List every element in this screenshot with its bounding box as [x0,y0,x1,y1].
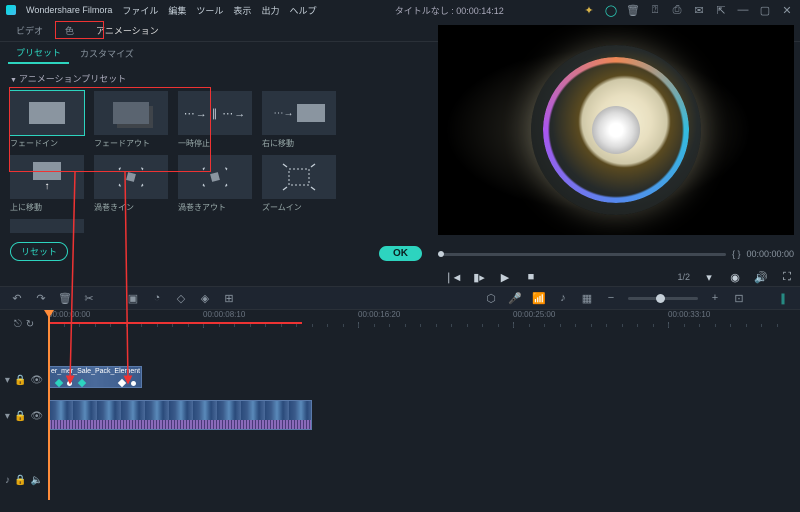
chevron-down-icon[interactable]: ▾ [702,271,716,284]
panel-heading[interactable]: アニメーションプリセット [10,72,422,85]
cloud-icon[interactable]: ✦ [582,4,596,17]
split-icon[interactable]: ✂ [82,292,96,305]
preview-content [531,45,701,215]
menu-file[interactable]: ファイル [122,4,158,17]
work-area-bar[interactable] [48,322,302,324]
mail-icon[interactable]: ✉ [692,4,706,17]
preset-zoom-in[interactable]: ズームイン [262,155,336,213]
sync-icon[interactable]: ↻ [26,319,34,330]
zoom-out-icon[interactable]: − [604,292,618,304]
menu-tools[interactable]: ツール [196,4,223,17]
minimize-icon[interactable]: — [736,4,750,17]
preview-viewport[interactable] [438,25,794,235]
preset-spiral-out[interactable]: 渦巻きアウト [178,155,252,213]
timeline-toolbar: ↶ ↷ 🗑 ✂ ▣ ◔ ◇ ◈ ⊞ ⬡ 🎤 📶 ♪ ▦ − + ⊡ ∥ [0,286,800,310]
preset-move-up[interactable]: ↑ 上に移動 [10,155,84,213]
subtab-custom[interactable]: カスタマイズ [72,44,142,63]
track-visible-icon[interactable]: 👁 [30,375,43,386]
project-title: タイトルなし : 00:00:14:12 [326,4,572,17]
prev-frame-icon[interactable]: ∣◄ [446,271,460,284]
app-name: Wondershare Filmora [26,5,112,15]
scrub-bar: { } 00:00:00:00 [438,240,794,268]
track-mute-icon[interactable]: 🔈 [31,475,43,486]
track-visible-icon[interactable]: 👁 [30,411,43,422]
timeline-ruler[interactable]: 00:00:00:00 00:00:08:10 00:00:16:20 00:0… [48,310,800,328]
preset-pause[interactable]: ⋯→ ∥ ⋯→ 一時停止 [178,91,252,149]
subtab-preset[interactable]: プリセット [8,43,69,64]
menu-help[interactable]: ヘルプ [289,4,316,17]
menu-view[interactable]: 表示 [233,4,251,17]
audio-waveform [49,420,311,429]
tab-video[interactable]: ビデオ [8,21,51,40]
animation-panel: アニメーションプリセット フェードイン フェードアウト ⋯→ ∥ ⋯→ 一時停止… [0,64,432,266]
menu-output[interactable]: 出力 [261,4,279,17]
delete-icon[interactable]: 🗑 [58,292,72,305]
link-icon[interactable]: ⎋ [14,319,22,330]
redo-icon[interactable]: ↷ [34,292,48,305]
video-clip[interactable] [48,400,312,430]
play-icon[interactable]: ▶ [498,271,512,284]
tab-animation[interactable]: アニメーション [88,21,167,40]
mixer-icon[interactable]: 📶 [532,292,546,305]
track-menu-icon[interactable]: ▾ [5,375,10,386]
app-logo-icon [6,5,16,15]
title-bar: Wondershare Filmora ファイル 編集 ツール 表示 出力 ヘル… [0,0,800,20]
transport-bar: ∣◄ ▮▸ ▶ ■ 1/2 ▾ ◉ 🔊 ⛶ [438,266,794,288]
mic-icon[interactable]: 🎤 [508,292,522,305]
preset-move-right[interactable]: ⋯→ 右に移動 [262,91,336,149]
export-icon[interactable]: ⎙ [670,4,684,17]
trash-icon[interactable]: 🗑 [626,4,640,17]
headset-icon[interactable]: ◯ [604,4,618,17]
zoom-fit-icon[interactable]: ⊡ [732,292,746,305]
audio-track-icon[interactable]: ♪ [5,475,10,486]
crop-icon[interactable]: ▣ [126,292,140,305]
tab-color[interactable]: 色 [57,21,82,40]
track-menu-icon[interactable]: ▾ [5,411,10,422]
layers-icon[interactable]: ▦ [580,292,594,305]
preset-fade-in[interactable]: フェードイン [10,91,84,149]
maximize-icon[interactable]: ▢ [758,4,772,17]
preset-more[interactable] [10,219,84,233]
user-icon[interactable]: ⍰ [648,4,662,17]
track-lock-icon[interactable]: 🔒 [14,411,26,422]
reset-button[interactable]: リセット [10,242,68,261]
playhead[interactable] [48,310,50,500]
marker-icon[interactable]: ⬡ [484,292,498,305]
color-icon[interactable]: ◇ [174,292,188,305]
zoom-slider[interactable] [628,297,698,300]
stop-icon[interactable]: ■ [524,271,538,283]
loop-braces[interactable]: { } [732,249,741,259]
timeline: ⎋ ↻ 00:00:00:00 00:00:08:10 00:00:16:20 0… [0,310,800,510]
track-lock-icon[interactable]: 🔒 [14,375,26,386]
scrub-track[interactable] [438,253,726,256]
grid-icon[interactable]: ⊞ [222,292,236,305]
snapshot-icon[interactable]: ◉ [728,271,742,284]
render-icon[interactable]: ∥ [776,292,790,305]
volume-icon[interactable]: 🔊 [754,271,768,284]
overlay-clip[interactable]: er_mer_Sale_Pack_Element [48,366,142,388]
preset-spiral-in[interactable]: 渦巻きイン [94,155,168,213]
ok-button[interactable]: OK [379,246,422,261]
menu-edit[interactable]: 編集 [168,4,186,17]
zoom-in-icon[interactable]: + [708,292,722,304]
pin-icon[interactable]: ⇱ [714,4,728,17]
music-icon[interactable]: ♪ [556,292,570,304]
speed-icon[interactable]: ◔ [150,292,164,304]
keyframe-icon[interactable]: ◈ [198,292,212,305]
preset-fade-out[interactable]: フェードアウト [94,91,168,149]
play-time: 00:00:00:00 [746,249,794,259]
close-icon[interactable]: ✕ [780,4,794,17]
undo-icon[interactable]: ↶ [10,292,24,305]
step-back-icon[interactable]: ▮▸ [472,271,486,284]
preview-scale-select[interactable]: 1/2 [677,272,690,282]
fullscreen-icon[interactable]: ⛶ [780,271,794,284]
menu-bar: ファイル 編集 ツール 表示 出力 ヘルプ [122,4,316,17]
track-lock-icon[interactable]: 🔒 [14,475,26,486]
